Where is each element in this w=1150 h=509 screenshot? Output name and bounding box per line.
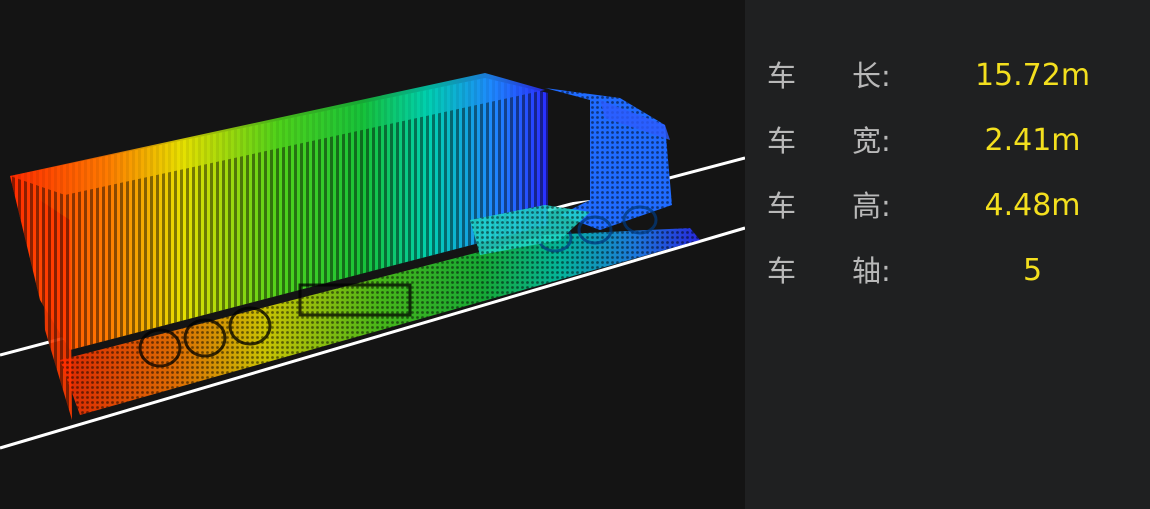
height-label-char: 车 — [767, 189, 797, 223]
axle-label-char: 车 — [767, 254, 797, 288]
height-label: 高: — [852, 189, 891, 223]
width-row: 车 宽: 2.41m — [745, 117, 1150, 167]
width-label-char: 车 — [767, 124, 797, 158]
cab-gap — [548, 93, 590, 205]
width-label: 宽: — [852, 124, 891, 158]
axle-row: 车 轴: 5 — [745, 247, 1150, 297]
length-value: 15.72m — [974, 58, 1091, 93]
length-row: 车 长: 15.72m — [745, 52, 1150, 102]
height-row: 车 高: 4.48m — [745, 182, 1150, 232]
measurement-panel: 车 长: 15.72m 车 宽: 2.41m 车 高: 4.48m 车 轴: 5 — [745, 0, 1150, 509]
point-cloud-canvas — [0, 73, 745, 450]
app-window: 车 长: 15.72m 车 宽: 2.41m 车 高: 4.48m 车 轴: 5 — [0, 0, 1150, 509]
height-value: 4.48m — [984, 188, 1081, 223]
width-value: 2.41m — [984, 123, 1081, 158]
axle-label: 轴: — [852, 254, 891, 288]
length-label-char: 车 — [767, 59, 797, 93]
point-cloud-viewport[interactable] — [0, 0, 745, 509]
length-label: 长: — [852, 59, 891, 93]
axle-value: 5 — [1022, 253, 1043, 288]
